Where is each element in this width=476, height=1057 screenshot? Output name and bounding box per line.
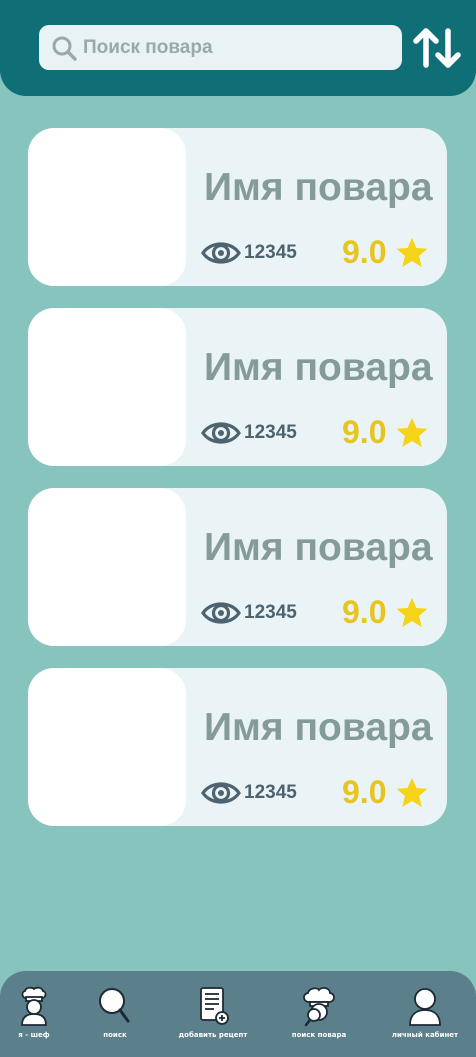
nav-item-cook-search[interactable]: поиск повара [273, 985, 365, 1055]
eye-icon [201, 422, 241, 444]
cook-photo [28, 128, 186, 286]
search-icon [52, 36, 77, 61]
cook-photo [28, 668, 186, 826]
eye-icon [201, 782, 241, 804]
eye-icon [201, 602, 241, 624]
eye-icon [201, 242, 241, 264]
star-icon [396, 418, 428, 447]
nav-item-add-recipe[interactable]: добавить рецепт [167, 985, 259, 1055]
view-count: 12345 [244, 242, 297, 263]
view-count: 12345 [244, 782, 297, 803]
cook-card[interactable]: Имя повара 12345 9.0 [28, 308, 447, 466]
cook-search-screen: Имя повара 12345 9.0 Имя повара 12345 9.… [0, 0, 476, 1057]
cook-search-icon [303, 986, 335, 1027]
nav-item-chef[interactable]: я - шеф [0, 985, 80, 1055]
star-icon [396, 598, 428, 627]
star-icon [396, 238, 428, 267]
nav-label: поиск [103, 1031, 127, 1039]
view-count: 12345 [244, 422, 297, 443]
add-recipe-icon [200, 987, 229, 1025]
cook-name: Имя повара [204, 526, 433, 569]
cook-card[interactable]: Имя повара 12345 9.0 [28, 128, 447, 286]
rating-value: 9.0 [342, 414, 387, 450]
sort-button[interactable] [410, 24, 464, 72]
sort-arrows-icon [413, 28, 461, 68]
view-count: 12345 [244, 602, 297, 623]
nav-item-profile[interactable]: личный кабинет [379, 985, 471, 1055]
chef-icon [21, 986, 47, 1026]
profile-icon [409, 988, 441, 1026]
nav-label: личный кабинет [391, 1031, 459, 1039]
magnifier-icon [99, 988, 130, 1023]
header [0, 0, 476, 96]
rating-value: 9.0 [342, 774, 387, 810]
cook-card[interactable]: Имя повара 12345 9.0 [28, 668, 447, 826]
bottom-nav: я - шеф поиск добавить рецепт поиск пова… [0, 971, 476, 1057]
search-input[interactable] [83, 27, 383, 68]
cook-photo [28, 488, 186, 646]
rating-value: 9.0 [342, 234, 387, 270]
cook-name: Имя повара [204, 166, 433, 209]
rating-value: 9.0 [342, 594, 387, 630]
star-icon [396, 778, 428, 807]
nav-label: я - шеф [18, 1031, 50, 1039]
nav-label: поиск повара [291, 1031, 347, 1039]
nav-item-search[interactable]: поиск [69, 985, 161, 1055]
cook-name: Имя повара [204, 346, 433, 389]
search-bar[interactable] [39, 25, 402, 70]
cook-name: Имя повара [204, 706, 433, 749]
cook-photo [28, 308, 186, 466]
nav-label: добавить рецепт [178, 1031, 248, 1039]
cook-card[interactable]: Имя повара 12345 9.0 [28, 488, 447, 646]
cook-list: Имя повара 12345 9.0 Имя повара 12345 9.… [28, 128, 447, 848]
